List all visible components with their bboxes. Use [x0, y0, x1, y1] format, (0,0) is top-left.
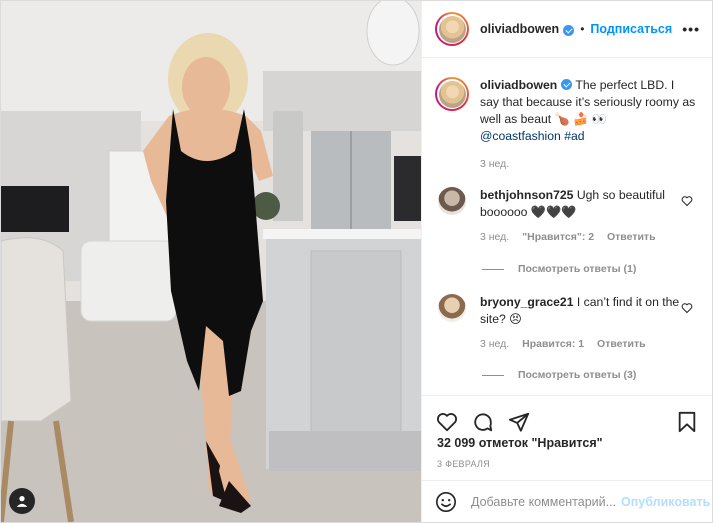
comment-time[interactable]: 3 нед. — [480, 338, 509, 350]
replies-divider — [482, 268, 504, 270]
user-tag-icon — [16, 496, 28, 507]
comment-reply-button[interactable]: Ответить — [607, 231, 656, 243]
more-options-icon[interactable]: ••• — [682, 21, 700, 37]
share-icon[interactable] — [508, 411, 530, 433]
post-side-panel: oliviadbowen • Подписаться ••• oliviadbo… — [421, 1, 712, 522]
caption-username[interactable]: oliviadbowen — [480, 78, 557, 92]
comment-like-icon[interactable] — [681, 302, 693, 314]
emoji-icon[interactable] — [435, 491, 457, 513]
post-date[interactable]: 3 февраля — [422, 459, 712, 469]
photo-scene-illustration — [1, 1, 421, 522]
comment-username[interactable]: bryony_grace21 — [480, 295, 574, 309]
post-header: oliviadbowen • Подписаться ••• — [422, 1, 712, 58]
view-replies-button[interactable]: Посмотреть ответы (3) — [482, 369, 636, 381]
publish-button[interactable]: Опубликовать — [621, 495, 710, 509]
commenter-avatar[interactable] — [438, 294, 466, 322]
author-avatar[interactable] — [435, 12, 469, 46]
comment-item: bethjohnson725 Ugh so beautiful boooooo … — [422, 187, 712, 246]
heart-icon[interactable] — [436, 411, 458, 433]
commenter-avatar[interactable] — [438, 187, 466, 215]
comment-reply-button[interactable]: Ответить — [597, 338, 646, 350]
post-actions: 32 099 отметок "Нравится" 3 февраля — [422, 395, 712, 475]
post-photo[interactable] — [1, 1, 421, 522]
verified-badge-icon — [563, 24, 575, 36]
comment-input[interactable] — [471, 494, 621, 509]
add-comment-bar: Опубликовать — [422, 480, 712, 522]
comment-username[interactable]: bethjohnson725 — [480, 188, 573, 202]
comment-like-icon[interactable] — [681, 195, 693, 207]
comment-likes[interactable]: "Нравится": 2 — [522, 231, 594, 243]
post-caption: oliviadbowen The perfect LBD. I say that… — [422, 59, 712, 173]
caption-avatar[interactable] — [435, 77, 469, 111]
caption-time[interactable]: 3 нед. — [480, 158, 509, 170]
view-replies-label: Посмотреть ответы (1) — [518, 263, 637, 275]
comment-time[interactable]: 3 нед. — [480, 231, 509, 243]
post-window: oliviadbowen • Подписаться ••• oliviadbo… — [0, 0, 713, 523]
verified-badge-icon — [561, 79, 573, 90]
view-replies-button[interactable]: Посмотреть ответы (1) — [482, 263, 636, 275]
comment-likes[interactable]: Нравится: 1 — [522, 338, 584, 350]
caption-hashtag-link[interactable]: #ad — [564, 129, 584, 143]
comment-item: bryony_grace21 I can’t find it on the si… — [422, 294, 712, 353]
author-username[interactable]: oliviadbowen — [480, 22, 559, 36]
tagged-users-icon[interactable] — [9, 488, 35, 514]
bookmark-icon[interactable] — [676, 411, 698, 433]
follow-button[interactable]: Подписаться — [590, 22, 672, 36]
comment-icon[interactable] — [472, 411, 494, 433]
likes-count[interactable]: 32 099 отметок "Нравится" — [422, 436, 712, 450]
caption-mention-link[interactable]: @coastfashion — [480, 129, 561, 143]
replies-divider — [482, 374, 504, 376]
view-replies-label: Посмотреть ответы (3) — [518, 369, 637, 381]
comments-list[interactable]: oliviadbowen The perfect LBD. I say that… — [422, 59, 712, 395]
header-separator: • — [580, 22, 585, 36]
